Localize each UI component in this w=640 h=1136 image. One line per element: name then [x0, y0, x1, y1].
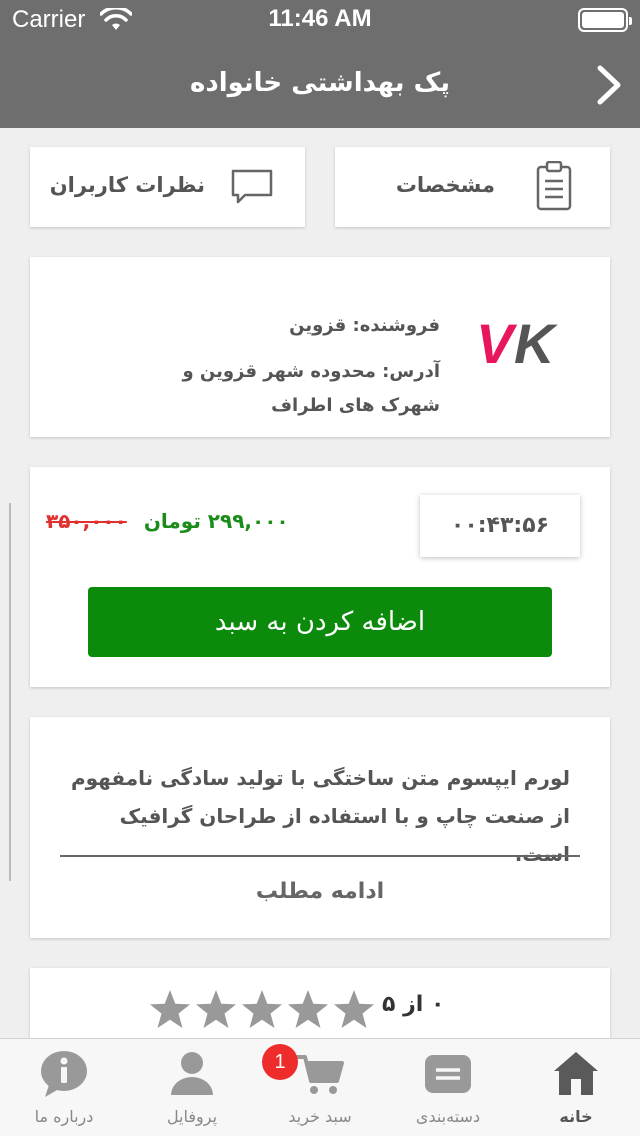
comments-tab-label: نظرات کاربران: [49, 173, 205, 197]
list-card-icon: [425, 1055, 471, 1093]
specs-tab-label: مشخصات: [395, 173, 495, 197]
description-card: لورم ایپسوم متن ساختگی با تولید سادگی نا…: [30, 717, 610, 938]
tab-home[interactable]: خانه: [512, 1039, 640, 1136]
tab-categories-label: دسته‌بندی: [415, 1107, 481, 1126]
info-bubble-icon: [41, 1051, 87, 1097]
offer-card: ۰۰:۴۳:۵۶ ۲۹۹,۰۰۰ تومان ۳۵۰,۰۰۰ اضافه کرد…: [30, 467, 610, 687]
user-icon: [171, 1052, 213, 1095]
svg-text:K: K: [514, 315, 558, 371]
speech-bubble-icon: [231, 169, 273, 204]
back-chevron-icon[interactable]: [594, 64, 624, 106]
home-icon: [554, 1052, 598, 1095]
star-icon: [196, 990, 236, 1028]
countdown-timer: ۰۰:۴۳:۵۶: [420, 495, 580, 557]
read-more-link[interactable]: ادامه مطلب: [30, 879, 610, 904]
old-price: ۳۵۰,۰۰۰: [46, 509, 127, 533]
nav-bar: پک بهداشتی خانواده: [0, 40, 640, 128]
divider: [60, 855, 580, 857]
price-row: ۲۹۹,۰۰۰ تومان ۳۵۰,۰۰۰: [46, 509, 289, 533]
tab-about[interactable]: درباره ما: [0, 1039, 128, 1136]
star-icon: [242, 990, 282, 1028]
cart-badge: 1: [262, 1044, 298, 1080]
seller-card: V K فروشنده: قزوین آدرس: محدوده شهر قزوی…: [30, 257, 610, 437]
shopping-cart-icon: [297, 1055, 344, 1094]
tab-profile[interactable]: پروفایل: [128, 1039, 256, 1136]
star-icon: [150, 990, 190, 1028]
scroll-indicator[interactable]: [9, 503, 11, 881]
status-bar: Carrier 11:46 AM: [0, 0, 640, 40]
seller-logo: V K: [476, 315, 558, 371]
new-price: ۲۹۹,۰۰۰ تومان: [143, 509, 289, 533]
star-icon: [334, 990, 374, 1028]
rating-text: ۰ از ۵: [382, 992, 445, 1017]
seller-name: فروشنده: قزوین: [289, 315, 440, 336]
star-icon: [288, 990, 328, 1028]
clipboard-icon: [536, 161, 572, 211]
tab-home-label: خانه: [559, 1107, 593, 1126]
tab-cart-label: سبد خرید: [288, 1107, 352, 1126]
comments-tab[interactable]: نظرات کاربران: [30, 147, 305, 227]
bottom-tab-bar: خانه دسته‌بندی سبد خرید پروفایل: [0, 1038, 640, 1136]
tab-profile-label: پروفایل: [166, 1107, 218, 1126]
svg-text:V: V: [476, 315, 518, 371]
seller-address: آدرس: محدوده شهر قزوین و شهرک های اطراف: [182, 361, 440, 416]
add-to-cart-button[interactable]: اضافه کردن به سبد: [88, 587, 552, 657]
clock: 11:46 AM: [268, 5, 372, 32]
battery-icon: [578, 8, 632, 32]
tab-about-label: درباره ما: [34, 1107, 94, 1126]
specs-tab[interactable]: مشخصات: [335, 147, 610, 227]
rating-stars[interactable]: [148, 988, 378, 1032]
page-title: پک بهداشتی خانواده: [190, 68, 450, 98]
tab-categories[interactable]: دسته‌بندی: [384, 1039, 512, 1136]
